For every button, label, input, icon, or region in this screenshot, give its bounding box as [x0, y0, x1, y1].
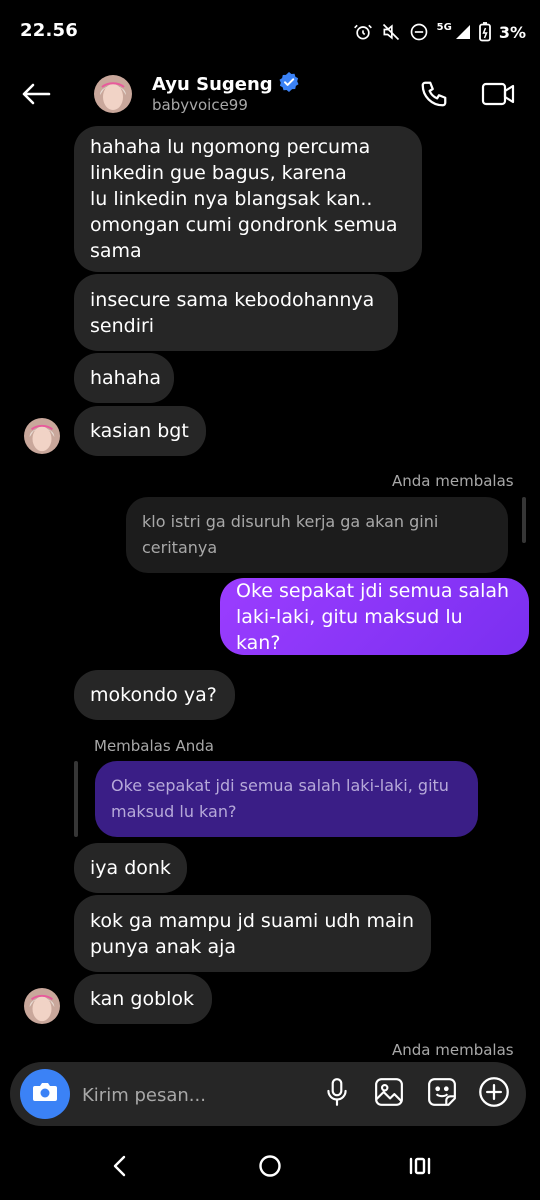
reply-indicator-bar	[522, 497, 526, 543]
contact-name-row[interactable]: Ayu Sugeng	[152, 72, 299, 97]
arrow-left-icon	[20, 82, 52, 110]
verified-badge-icon	[279, 72, 299, 97]
recents-icon	[408, 1156, 432, 1180]
message-incoming[interactable]: insecure sama kebodohannya sendiri	[74, 274, 398, 351]
sticker-button[interactable]	[422, 1074, 462, 1114]
message-outgoing[interactable]: Oke sepakat jdi semua salah laki-laki, g…	[220, 578, 529, 655]
alarm-icon	[353, 22, 373, 42]
reply-label: Anda membalas	[392, 1041, 514, 1059]
status-icons: 5G 3%	[353, 18, 526, 46]
camera-icon	[32, 1081, 58, 1107]
back-button[interactable]	[16, 76, 56, 116]
quoted-message[interactable]: Oke sepakat jdi semua salah laki-laki, g…	[95, 761, 478, 837]
video-call-button[interactable]	[478, 76, 518, 116]
nav-recents-button[interactable]	[398, 1148, 442, 1188]
message-incoming[interactable]: hahaha lu ngomong percuma linkedin gue b…	[74, 126, 422, 272]
message-incoming[interactable]: kan goblok	[74, 974, 212, 1024]
contact-name: Ayu Sugeng	[152, 74, 273, 95]
reply-indicator-bar	[74, 761, 78, 837]
status-time: 22.56	[20, 20, 78, 41]
microphone-icon	[324, 1077, 350, 1111]
battery-level: 3%	[498, 22, 526, 42]
video-camera-icon	[481, 80, 515, 112]
signal-icon	[455, 24, 471, 40]
network-label: 5G	[436, 21, 452, 33]
quoted-message[interactable]: klo istri ga disuruh kerja ga akan gini …	[126, 497, 508, 573]
chevron-left-icon	[112, 1155, 128, 1181]
reply-label: Membalas Anda	[94, 737, 214, 755]
camera-button[interactable]	[20, 1069, 70, 1119]
message-incoming[interactable]: mokondo ya?	[74, 670, 235, 720]
nav-home-button[interactable]	[248, 1148, 292, 1188]
contact-avatar[interactable]	[94, 75, 132, 113]
contact-username: babyvoice99	[152, 96, 248, 114]
mute-icon	[381, 22, 401, 42]
plus-circle-icon	[478, 1076, 510, 1112]
phone-icon	[419, 79, 449, 113]
audio-call-button[interactable]	[414, 76, 454, 116]
gallery-button[interactable]	[369, 1074, 409, 1114]
sticker-icon	[427, 1077, 457, 1111]
image-icon	[374, 1077, 404, 1111]
battery-icon	[478, 22, 491, 42]
home-circle-icon	[258, 1154, 282, 1182]
reply-label: Anda membalas	[392, 472, 514, 490]
sender-avatar[interactable]	[24, 418, 60, 454]
message-incoming[interactable]: kasian bgt	[74, 406, 206, 456]
voice-message-button[interactable]	[317, 1074, 357, 1114]
message-input[interactable]	[80, 1078, 304, 1112]
dnd-icon	[409, 22, 429, 42]
message-incoming[interactable]: hahaha	[74, 353, 174, 403]
sender-avatar[interactable]	[24, 988, 60, 1024]
nav-back-button[interactable]	[98, 1148, 142, 1188]
message-incoming[interactable]: kok ga mampu jd suami udh main punya ana…	[74, 895, 431, 972]
message-incoming[interactable]: iya donk	[74, 843, 187, 893]
more-options-button[interactable]	[474, 1074, 514, 1114]
